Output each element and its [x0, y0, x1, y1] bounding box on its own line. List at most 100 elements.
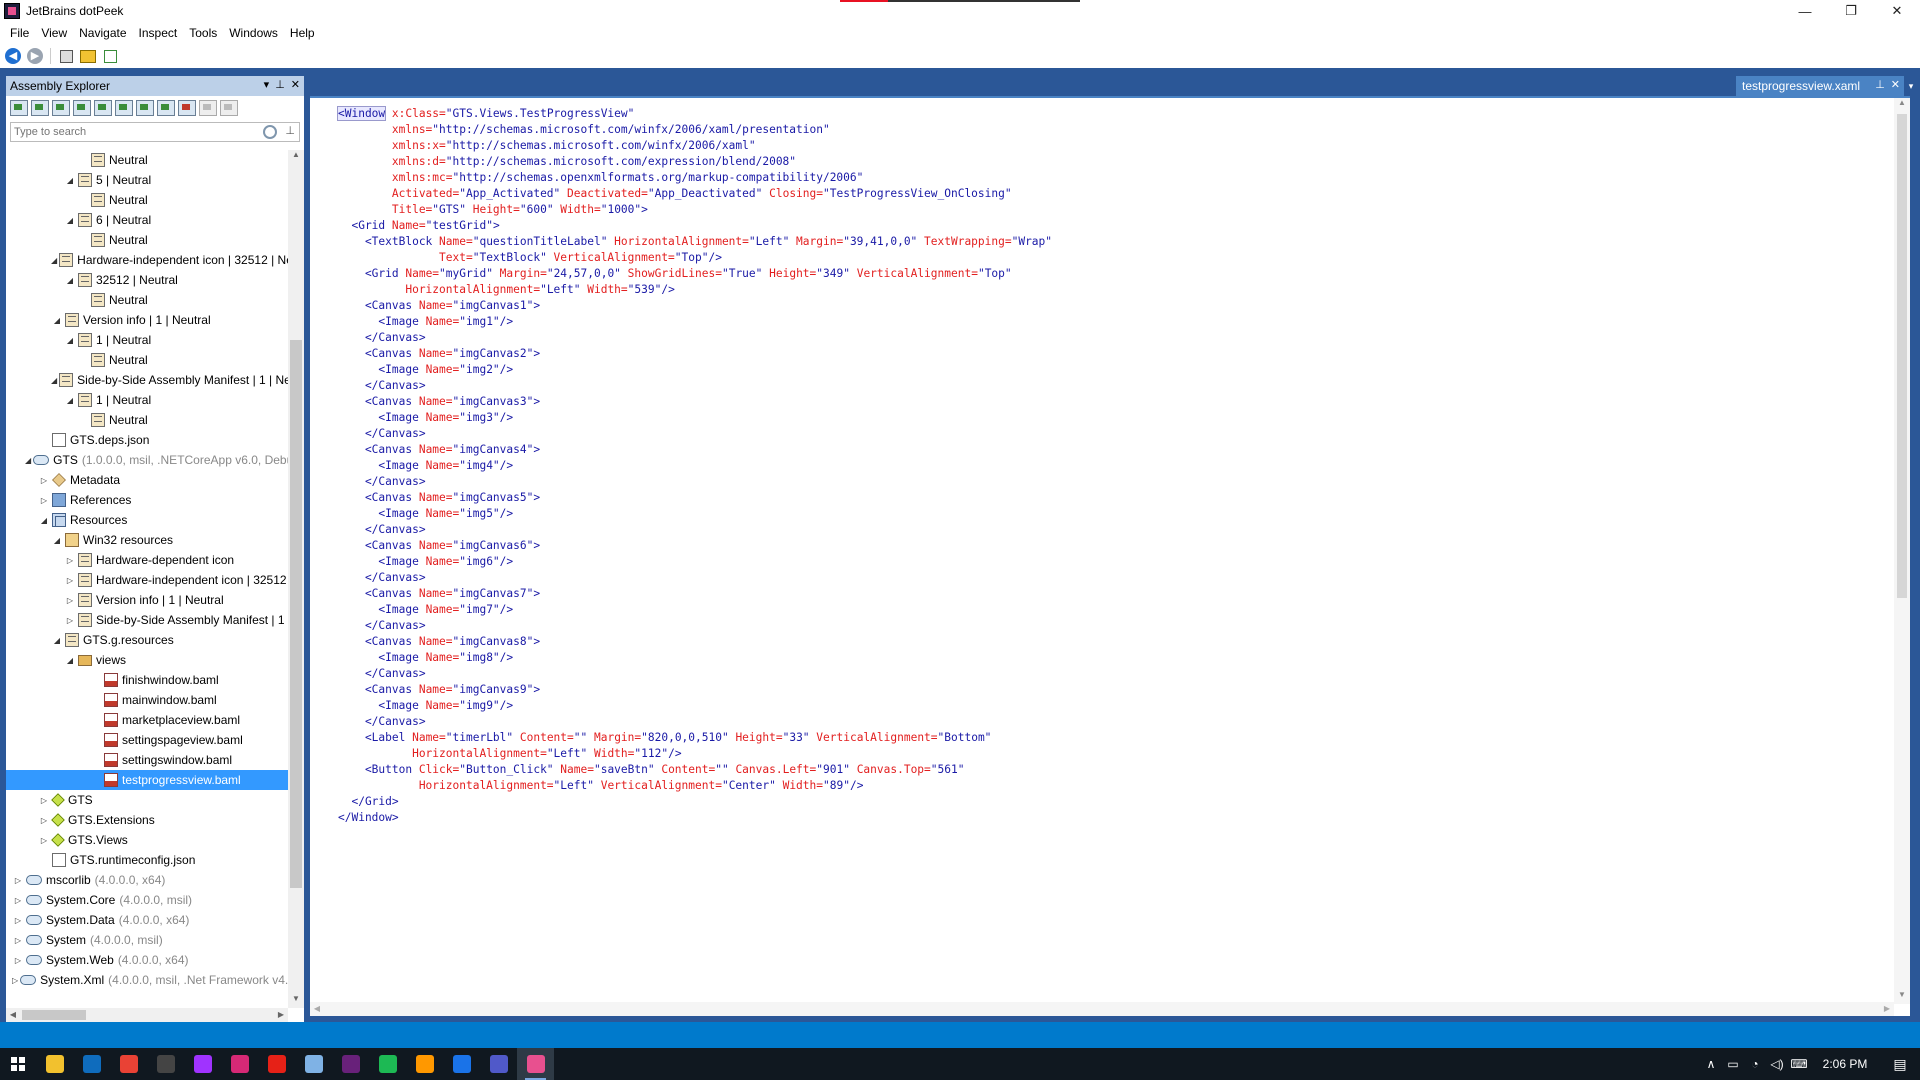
tree-node[interactable]: ▷ mscorlib (4.0.0.0, x64): [6, 870, 288, 890]
tree-node[interactable]: Neutral: [6, 410, 288, 430]
taskbar-app-button[interactable]: [517, 1048, 554, 1080]
collapse-arrow-icon[interactable]: ◢: [38, 514, 50, 526]
tree-node[interactable]: ◢ Win32 resources: [6, 530, 288, 550]
tree-node[interactable]: mainwindow.baml: [6, 690, 288, 710]
panel-dropdown-icon[interactable]: ▾: [264, 78, 270, 91]
taskbar-app-button[interactable]: [110, 1048, 147, 1080]
tree-node[interactable]: finishwindow.baml: [6, 670, 288, 690]
remove-assembly-icon[interactable]: [178, 100, 196, 116]
editor-scroll-down-icon[interactable]: ▼: [1894, 990, 1910, 1004]
taskbar-app-button[interactable]: [369, 1048, 406, 1080]
collapse-arrow-icon[interactable]: ◢: [51, 254, 57, 266]
code-editor[interactable]: <Window x:Class="GTS.Views.TestProgressV…: [310, 96, 1910, 1016]
forward-button[interactable]: ▶: [26, 47, 44, 65]
expand-arrow-icon[interactable]: ▷: [12, 934, 24, 946]
search-icon[interactable]: [263, 125, 277, 139]
notification-center-icon[interactable]: ▤: [1880, 1048, 1920, 1080]
tab-pin-icon[interactable]: ⊥: [1875, 78, 1885, 91]
scroll-thumb[interactable]: [290, 340, 302, 888]
editor-horizontal-scrollbar[interactable]: ◀ ▶: [310, 1002, 1894, 1016]
tree-node[interactable]: settingswindow.baml: [6, 750, 288, 770]
taskbar-app-button[interactable]: [184, 1048, 221, 1080]
export-button[interactable]: [79, 47, 97, 65]
back-button[interactable]: ◀: [4, 47, 22, 65]
tree-node[interactable]: ◢ 6 | Neutral: [6, 210, 288, 230]
battery-icon[interactable]: ▭: [1722, 1057, 1744, 1071]
taskbar-app-button[interactable]: [73, 1048, 110, 1080]
tree-node[interactable]: ▷ System.Web (4.0.0.0, x64): [6, 950, 288, 970]
tree-node[interactable]: ◢ Resources: [6, 510, 288, 530]
search-pin-icon[interactable]: ⊥: [285, 124, 295, 137]
menu-file[interactable]: File: [4, 26, 35, 40]
taskbar-app-button[interactable]: [147, 1048, 184, 1080]
expand-arrow-icon[interactable]: ▷: [12, 954, 24, 966]
expand-arrow-icon[interactable]: ▷: [12, 914, 24, 926]
expand-arrow-icon[interactable]: ▷: [38, 494, 50, 506]
editor-scroll-thumb[interactable]: [1897, 114, 1907, 598]
tree-node[interactable]: ▷ Side-by-Side Assembly Manifest | 1: [6, 610, 288, 630]
collapse-arrow-icon[interactable]: ◢: [64, 394, 76, 406]
taskbar-app-button[interactable]: [258, 1048, 295, 1080]
collapse-arrow-icon[interactable]: ◢: [64, 274, 76, 286]
menu-inspect[interactable]: Inspect: [133, 26, 184, 40]
tree-node[interactable]: ◢ 1 | Neutral: [6, 330, 288, 350]
start-button[interactable]: [0, 1048, 36, 1080]
scroll-down-icon[interactable]: ▼: [288, 994, 304, 1008]
tree-node[interactable]: ◢ GTS (1.0.0.0, msil, .NETCoreApp v6.0, De…: [6, 450, 288, 470]
editor-scroll-left-icon[interactable]: ◀: [310, 1002, 324, 1016]
track-icon[interactable]: [199, 100, 217, 116]
explorer-search-input[interactable]: [11, 126, 251, 138]
collapse-arrow-icon[interactable]: ◢: [51, 534, 63, 546]
panel-pin-icon[interactable]: ⊥: [275, 78, 285, 91]
tree-node[interactable]: Neutral: [6, 350, 288, 370]
tree-node[interactable]: ▷ References: [6, 490, 288, 510]
collapse-arrow-icon[interactable]: ◢: [51, 634, 63, 646]
expand-arrow-icon[interactable]: ▷: [12, 874, 24, 886]
tree-node[interactable]: ◢ 5 | Neutral: [6, 170, 288, 190]
tree-node[interactable]: ▷ Version info | 1 | Neutral: [6, 590, 288, 610]
taskbar-app-button[interactable]: [221, 1048, 258, 1080]
tree-node[interactable]: ◢ Side-by-Side Assembly Manifest | 1 | Ne…: [6, 370, 288, 390]
tree-node[interactable]: ▷ GTS.Views: [6, 830, 288, 850]
tree-node[interactable]: ▷ System.Core (4.0.0.0, msil): [6, 890, 288, 910]
tree-node[interactable]: Neutral: [6, 190, 288, 210]
taskbar-app-button[interactable]: [480, 1048, 517, 1080]
scroll-right-icon[interactable]: ▶: [274, 1008, 288, 1022]
taskbar-app-button[interactable]: [406, 1048, 443, 1080]
tree-node[interactable]: testprogressview.baml: [6, 770, 288, 790]
scroll-thumb-horizontal[interactable]: [22, 1010, 86, 1020]
explorer-vertical-scrollbar[interactable]: ▲ ▼: [288, 150, 304, 1008]
tree-node[interactable]: ▷ System.Data (4.0.0.0, x64): [6, 910, 288, 930]
editor-scroll-up-icon[interactable]: ▲: [1894, 98, 1910, 112]
tree-node[interactable]: ◢ 32512 | Neutral: [6, 270, 288, 290]
tree-node[interactable]: ▷ GTS.Extensions: [6, 810, 288, 830]
expand-arrow-icon[interactable]: ▷: [38, 814, 50, 826]
collapse-arrow-icon[interactable]: ◢: [51, 314, 63, 326]
expand-arrow-icon[interactable]: ▷: [38, 834, 50, 846]
open-file-icon[interactable]: [10, 100, 28, 116]
assembly-list-icon[interactable]: [136, 100, 154, 116]
close-button[interactable]: ✕: [1874, 0, 1920, 22]
collapse-arrow-icon[interactable]: ◢: [64, 174, 76, 186]
menu-navigate[interactable]: Navigate: [73, 26, 132, 40]
menu-view[interactable]: View: [35, 26, 73, 40]
expand-arrow-icon[interactable]: ▷: [64, 554, 76, 566]
tree-node[interactable]: Neutral: [6, 290, 288, 310]
tree-node[interactable]: ◢ GTS.g.resources: [6, 630, 288, 650]
tab-list-dropdown-icon[interactable]: ▾: [1904, 76, 1918, 96]
tree-node[interactable]: ◢ views: [6, 650, 288, 670]
tree-node[interactable]: ▷ Metadata: [6, 470, 288, 490]
maximize-button[interactable]: ❐: [1828, 0, 1874, 22]
collapse-arrow-icon[interactable]: ◢: [64, 214, 76, 226]
export-project-icon[interactable]: [157, 100, 175, 116]
tree-node[interactable]: Neutral: [6, 150, 288, 170]
tree-node[interactable]: ▷ Hardware-independent icon | 32512: [6, 570, 288, 590]
tree-node[interactable]: ◢ 1 | Neutral: [6, 390, 288, 410]
menu-help[interactable]: Help: [284, 26, 321, 40]
tree-node[interactable]: GTS.runtimeconfig.json: [6, 850, 288, 870]
collapse-all-icon[interactable]: [115, 100, 133, 116]
tab-close-icon[interactable]: ✕: [1891, 78, 1900, 91]
tree-node[interactable]: GTS.deps.json: [6, 430, 288, 450]
open-assembly-button[interactable]: [57, 47, 75, 65]
wifi-icon[interactable]: ◔: [1744, 1057, 1766, 1071]
